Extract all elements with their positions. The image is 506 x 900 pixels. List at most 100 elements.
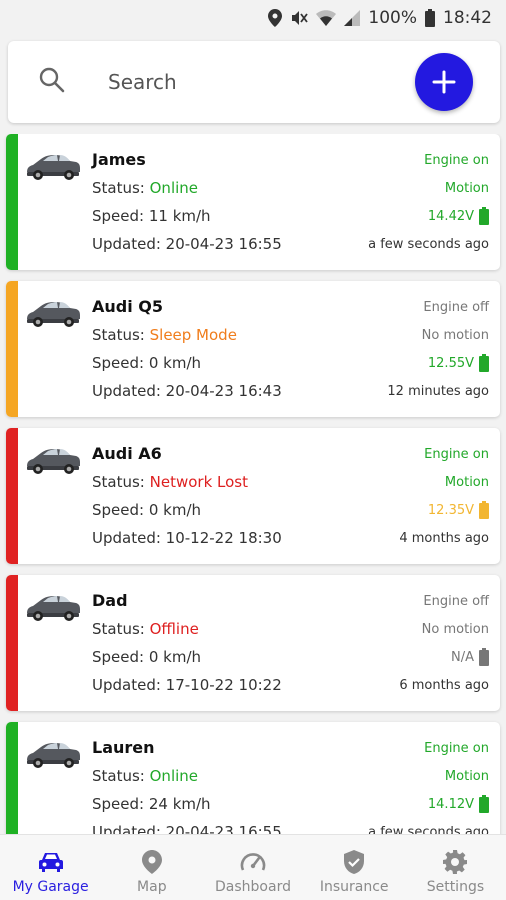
status-label: Status: xyxy=(92,767,150,785)
car-thumbnail-icon xyxy=(24,738,82,774)
status-label: Status: xyxy=(92,326,150,344)
vehicle-card-audi-a6[interactable]: Audi A6 Status: Network Lost Speed: 0 km… xyxy=(6,428,500,564)
status-value: Sleep Mode xyxy=(149,326,237,344)
last-seen: 4 months ago xyxy=(399,531,489,546)
vehicle-name: Audi Q5 xyxy=(92,297,164,316)
vehicle-speed: Speed: 0 km/h xyxy=(92,501,202,519)
motion-state: No motion xyxy=(421,328,489,343)
battery-icon xyxy=(479,354,489,372)
battery-icon xyxy=(425,9,435,27)
location-icon xyxy=(268,9,283,27)
signal-icon xyxy=(344,10,361,26)
voltage-value: 14.12V xyxy=(427,796,474,812)
battery-icon xyxy=(479,795,489,813)
vehicle-status: Status: Network Lost xyxy=(92,473,248,491)
plus-icon xyxy=(432,70,456,94)
speedometer-icon xyxy=(240,849,266,875)
motion-state: Motion xyxy=(444,475,489,490)
engine-state: Engine on xyxy=(424,153,489,168)
status-label: Status: xyxy=(92,620,150,638)
search-input[interactable] xyxy=(108,65,398,99)
voltage-value: 12.35V xyxy=(427,502,474,518)
motion-state: No motion xyxy=(421,622,489,637)
voltage-value: 12.55V xyxy=(427,355,474,371)
search-card xyxy=(8,41,500,123)
nav-label: My Garage xyxy=(12,879,89,895)
search-icon[interactable] xyxy=(38,66,66,98)
engine-state: Engine on xyxy=(424,447,489,462)
vehicle-speed: Speed: 11 km/h xyxy=(92,207,211,225)
engine-state: Engine on xyxy=(424,741,489,756)
motion-state: Motion xyxy=(444,769,489,784)
vehicle-status: Status: Online xyxy=(92,179,198,197)
status-indicator-bar xyxy=(6,281,18,417)
vehicle-name: Audi A6 xyxy=(92,444,162,463)
nav-tab-insurance[interactable]: Insurance xyxy=(304,835,405,900)
status-bar: 100% 18:42 xyxy=(0,0,506,36)
nav-label: Insurance xyxy=(319,879,389,895)
nav-label: Map xyxy=(137,879,167,895)
gear-icon xyxy=(443,849,468,875)
battery-voltage: 12.55V xyxy=(428,354,489,372)
status-label: Status: xyxy=(92,473,150,491)
add-vehicle-button[interactable] xyxy=(415,53,473,111)
last-seen: a few seconds ago xyxy=(368,825,489,834)
status-indicator-bar xyxy=(6,134,18,270)
battery-percent: 100% xyxy=(368,8,417,28)
vehicle-updated: Updated: 20-04-23 16:55 xyxy=(92,235,282,253)
nav-tab-my-garage[interactable]: My Garage xyxy=(0,835,101,900)
bottom-nav: My Garage Map Dashboard Insurance Settings xyxy=(0,834,506,900)
last-seen: 12 minutes ago xyxy=(387,384,489,399)
engine-state: Engine off xyxy=(423,300,489,315)
shield-check-icon xyxy=(343,849,365,875)
vehicle-updated: Updated: 10-12-22 18:30 xyxy=(92,529,282,547)
vehicle-name: Dad xyxy=(92,591,128,610)
vehicle-updated: Updated: 17-10-22 10:22 xyxy=(92,676,282,694)
vehicle-updated: Updated: 20-04-23 16:43 xyxy=(92,382,282,400)
car-thumbnail-icon xyxy=(24,591,82,627)
voltage-value: N/A xyxy=(451,649,474,665)
nav-label: Dashboard xyxy=(215,879,291,895)
battery-icon xyxy=(479,648,489,666)
voltage-value: 14.42V xyxy=(427,208,474,224)
status-label: Status: xyxy=(92,179,150,197)
vehicle-card-audi-q5[interactable]: Audi Q5 Status: Sleep Mode Speed: 0 km/h… xyxy=(6,281,500,417)
vehicle-speed: Speed: 0 km/h xyxy=(92,354,202,372)
vehicle-list: James Status: Online Speed: 11 km/h Upda… xyxy=(0,134,506,834)
engine-state: Engine off xyxy=(423,594,489,609)
last-seen: 6 months ago xyxy=(399,678,489,693)
vehicle-name: James xyxy=(92,150,146,169)
status-value: Online xyxy=(149,767,199,785)
nav-tab-dashboard[interactable]: Dashboard xyxy=(202,835,303,900)
clock: 18:42 xyxy=(443,8,492,28)
status-indicator-bar xyxy=(6,722,18,834)
vehicle-card-james[interactable]: James Status: Online Speed: 11 km/h Upda… xyxy=(6,134,500,270)
battery-voltage: 14.12V xyxy=(428,795,489,813)
battery-voltage: 14.42V xyxy=(428,207,489,225)
mute-icon xyxy=(290,9,309,27)
battery-voltage: 12.35V xyxy=(428,501,489,519)
vehicle-speed: Speed: 0 km/h xyxy=(92,648,202,666)
vehicle-card-dad[interactable]: Dad Status: Offline Speed: 0 km/h Update… xyxy=(6,575,500,711)
status-indicator-bar xyxy=(6,575,18,711)
status-value: Online xyxy=(149,179,199,197)
nav-label: Settings xyxy=(426,879,485,895)
status-value: Offline xyxy=(149,620,199,638)
last-seen: a few seconds ago xyxy=(368,237,489,252)
status-value: Network Lost xyxy=(149,473,248,491)
vehicle-card-lauren[interactable]: Lauren Status: Online Speed: 24 km/h Upd… xyxy=(6,722,500,834)
car-thumbnail-icon xyxy=(24,297,82,333)
vehicle-status: Status: Offline xyxy=(92,620,199,638)
car-thumbnail-icon xyxy=(24,150,82,186)
battery-icon xyxy=(479,207,489,225)
nav-tab-map[interactable]: Map xyxy=(101,835,202,900)
battery-voltage: N/A xyxy=(451,648,489,666)
vehicle-updated: Updated: 20-04-23 16:55 xyxy=(92,823,282,834)
vehicle-status: Status: Sleep Mode xyxy=(92,326,237,344)
nav-tab-settings[interactable]: Settings xyxy=(405,835,506,900)
wifi-icon xyxy=(316,10,337,26)
car-icon xyxy=(38,849,64,875)
vehicle-name: Lauren xyxy=(92,738,155,757)
motion-state: Motion xyxy=(444,181,489,196)
car-thumbnail-icon xyxy=(24,444,82,480)
